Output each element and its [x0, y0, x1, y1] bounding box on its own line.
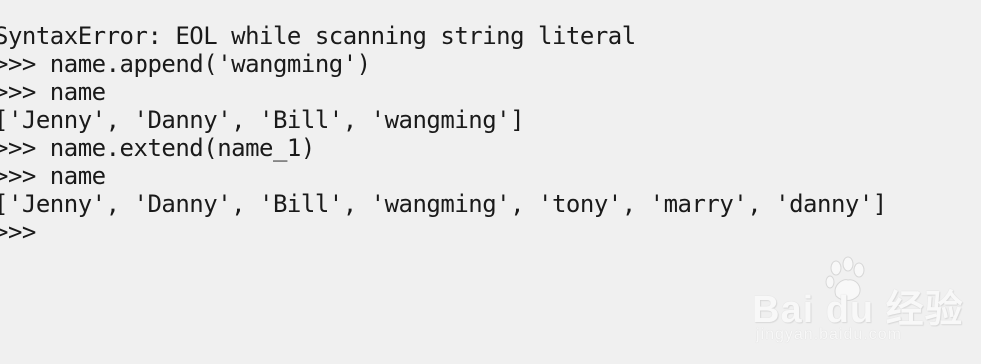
watermark-brand: Bai du 经验	[752, 289, 964, 331]
python-shell-window: SyntaxError: EOL while scanning string l…	[0, 0, 981, 364]
console-output[interactable]: SyntaxError: EOL while scanning string l…	[0, 22, 887, 246]
console-line-list-output: ['Jenny', 'Danny', 'Bill', 'wangming']	[0, 106, 525, 134]
console-line-name-2: >>> name	[0, 162, 106, 190]
console-line-error: SyntaxError: EOL while scanning string l…	[0, 22, 636, 50]
baidu-jingyan-watermark: Bai du 经验 jingyan.baidu.com	[752, 252, 972, 352]
console-prompt[interactable]: >>>	[0, 218, 887, 246]
watermark-url: jingyan.baidu.com	[756, 326, 902, 343]
console-line-append: >>> name.append('wangming')	[0, 50, 371, 78]
console-line-extend: >>> name.extend(name_1)	[0, 134, 315, 162]
console-line-list-output-2: ['Jenny', 'Danny', 'Bill', 'wangming', '…	[0, 190, 887, 218]
console-line-name: >>> name	[0, 78, 106, 106]
